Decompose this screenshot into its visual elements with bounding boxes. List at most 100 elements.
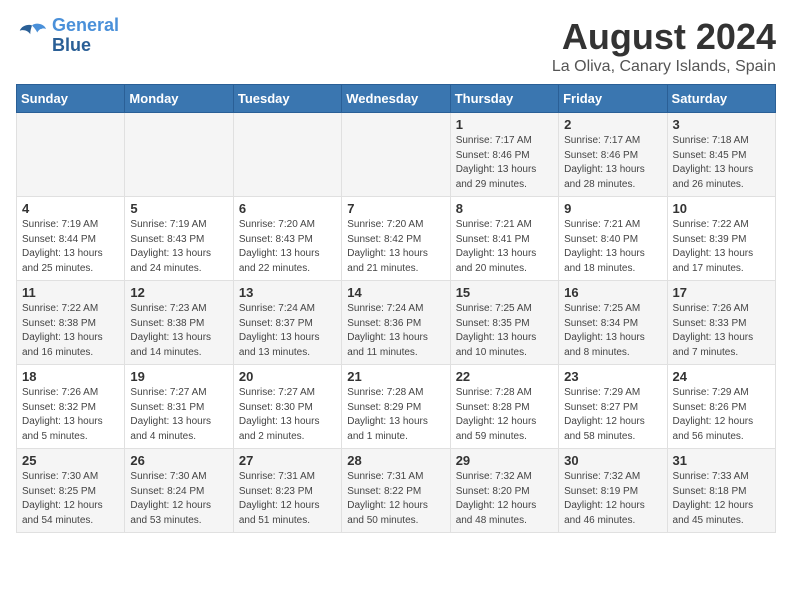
day-number: 5 (130, 201, 227, 216)
day-number: 13 (239, 285, 336, 300)
calendar-cell: 26 Sunrise: 7:30 AM Sunset: 8:24 PM Dayli… (125, 449, 233, 533)
day-number: 10 (673, 201, 770, 216)
title-area: August 2024 La Oliva, Canary Islands, Sp… (552, 16, 776, 76)
day-number: 31 (673, 453, 770, 468)
cell-content: Sunrise: 7:18 AM Sunset: 8:45 PM Dayligh… (673, 134, 770, 192)
day-number: 27 (239, 453, 336, 468)
cell-content: Sunrise: 7:26 AM Sunset: 8:32 PM Dayligh… (22, 386, 119, 444)
cell-content: Sunrise: 7:20 AM Sunset: 8:43 PM Dayligh… (239, 218, 336, 276)
calendar-table: SundayMondayTuesdayWednesdayThursdayFrid… (16, 84, 776, 533)
cell-content: Sunrise: 7:25 AM Sunset: 8:35 PM Dayligh… (456, 302, 553, 360)
cell-content: Sunrise: 7:30 AM Sunset: 8:25 PM Dayligh… (22, 470, 119, 528)
calendar-cell: 30 Sunrise: 7:32 AM Sunset: 8:19 PM Dayli… (559, 449, 667, 533)
day-number: 22 (456, 369, 553, 384)
calendar-cell: 22 Sunrise: 7:28 AM Sunset: 8:28 PM Dayli… (450, 365, 558, 449)
cell-content: Sunrise: 7:31 AM Sunset: 8:22 PM Dayligh… (347, 470, 444, 528)
cell-content: Sunrise: 7:26 AM Sunset: 8:33 PM Dayligh… (673, 302, 770, 360)
calendar-header-row: SundayMondayTuesdayWednesdayThursdayFrid… (17, 85, 776, 113)
cell-content: Sunrise: 7:27 AM Sunset: 8:30 PM Dayligh… (239, 386, 336, 444)
header-friday: Friday (559, 85, 667, 113)
cell-content: Sunrise: 7:28 AM Sunset: 8:28 PM Dayligh… (456, 386, 553, 444)
logo-text-line2: Blue (52, 36, 119, 56)
calendar-cell: 15 Sunrise: 7:25 AM Sunset: 8:35 PM Dayli… (450, 281, 558, 365)
calendar-cell: 25 Sunrise: 7:30 AM Sunset: 8:25 PM Dayli… (17, 449, 125, 533)
cell-content: Sunrise: 7:17 AM Sunset: 8:46 PM Dayligh… (564, 134, 661, 192)
day-number: 14 (347, 285, 444, 300)
calendar-cell (17, 113, 125, 197)
day-number: 21 (347, 369, 444, 384)
day-number: 2 (564, 117, 661, 132)
calendar-cell: 4 Sunrise: 7:19 AM Sunset: 8:44 PM Daylig… (17, 197, 125, 281)
logo-text-line1: General (52, 16, 119, 36)
day-number: 4 (22, 201, 119, 216)
cell-content: Sunrise: 7:22 AM Sunset: 8:39 PM Dayligh… (673, 218, 770, 276)
calendar-cell: 23 Sunrise: 7:29 AM Sunset: 8:27 PM Dayli… (559, 365, 667, 449)
header-sunday: Sunday (17, 85, 125, 113)
cell-content: Sunrise: 7:21 AM Sunset: 8:40 PM Dayligh… (564, 218, 661, 276)
page-title: August 2024 (552, 16, 776, 58)
cell-content: Sunrise: 7:32 AM Sunset: 8:19 PM Dayligh… (564, 470, 661, 528)
cell-content: Sunrise: 7:30 AM Sunset: 8:24 PM Dayligh… (130, 470, 227, 528)
header-thursday: Thursday (450, 85, 558, 113)
day-number: 19 (130, 369, 227, 384)
cell-content: Sunrise: 7:24 AM Sunset: 8:37 PM Dayligh… (239, 302, 336, 360)
day-number: 9 (564, 201, 661, 216)
day-number: 6 (239, 201, 336, 216)
day-number: 3 (673, 117, 770, 132)
day-number: 24 (673, 369, 770, 384)
calendar-cell: 10 Sunrise: 7:22 AM Sunset: 8:39 PM Dayli… (667, 197, 775, 281)
cell-content: Sunrise: 7:31 AM Sunset: 8:23 PM Dayligh… (239, 470, 336, 528)
day-number: 18 (22, 369, 119, 384)
cell-content: Sunrise: 7:32 AM Sunset: 8:20 PM Dayligh… (456, 470, 553, 528)
cell-content: Sunrise: 7:29 AM Sunset: 8:27 PM Dayligh… (564, 386, 661, 444)
week-row-3: 11Sunrise: 7:22 AM Sunset: 8:38 PM Dayli… (17, 281, 776, 365)
calendar-cell: 27 Sunrise: 7:31 AM Sunset: 8:23 PM Dayli… (233, 449, 341, 533)
calendar-cell: 8 Sunrise: 7:21 AM Sunset: 8:41 PM Daylig… (450, 197, 558, 281)
calendar-cell: 21 Sunrise: 7:28 AM Sunset: 8:29 PM Dayli… (342, 365, 450, 449)
day-number: 25 (22, 453, 119, 468)
calendar-cell: 9 Sunrise: 7:21 AM Sunset: 8:40 PM Daylig… (559, 197, 667, 281)
day-number: 23 (564, 369, 661, 384)
calendar-cell: 29 Sunrise: 7:32 AM Sunset: 8:20 PM Dayli… (450, 449, 558, 533)
day-number: 28 (347, 453, 444, 468)
header-saturday: Saturday (667, 85, 775, 113)
day-number: 15 (456, 285, 553, 300)
week-row-5: 25 Sunrise: 7:30 AM Sunset: 8:25 PM Dayli… (17, 449, 776, 533)
day-number: 26 (130, 453, 227, 468)
calendar-cell: 20 Sunrise: 7:27 AM Sunset: 8:30 PM Dayli… (233, 365, 341, 449)
header-wednesday: Wednesday (342, 85, 450, 113)
day-number: 20 (239, 369, 336, 384)
calendar-cell: 28 Sunrise: 7:31 AM Sunset: 8:22 PM Dayli… (342, 449, 450, 533)
day-number: 8 (456, 201, 553, 216)
cell-content: Sunrise: 7:17 AM Sunset: 8:46 PM Dayligh… (456, 134, 553, 192)
cell-content: Sunrise: 7:24 AM Sunset: 8:36 PM Dayligh… (347, 302, 444, 360)
cell-content: Sunrise: 7:28 AM Sunset: 8:29 PM Dayligh… (347, 386, 444, 444)
calendar-cell: 13 Sunrise: 7:24 AM Sunset: 8:37 PM Dayli… (233, 281, 341, 365)
cell-content: Sunrise: 7:33 AM Sunset: 8:18 PM Dayligh… (673, 470, 770, 528)
subtitle: La Oliva, Canary Islands, Spain (552, 58, 776, 76)
calendar-cell: 24 Sunrise: 7:29 AM Sunset: 8:26 PM Dayli… (667, 365, 775, 449)
day-number: 30 (564, 453, 661, 468)
day-number: 17 (673, 285, 770, 300)
calendar-cell: 16Sunrise: 7:25 AM Sunset: 8:34 PM Dayli… (559, 281, 667, 365)
logo: General Blue (16, 16, 119, 56)
calendar-cell: 3 Sunrise: 7:18 AM Sunset: 8:45 PM Daylig… (667, 113, 775, 197)
week-row-4: 18 Sunrise: 7:26 AM Sunset: 8:32 PM Dayli… (17, 365, 776, 449)
week-row-1: 1 Sunrise: 7:17 AM Sunset: 8:46 PM Daylig… (17, 113, 776, 197)
cell-content: Sunrise: 7:19 AM Sunset: 8:44 PM Dayligh… (22, 218, 119, 276)
calendar-cell: 11Sunrise: 7:22 AM Sunset: 8:38 PM Dayli… (17, 281, 125, 365)
logo-icon (16, 22, 48, 50)
day-number: 12 (130, 285, 227, 300)
cell-content: Sunrise: 7:25 AM Sunset: 8:34 PM Dayligh… (564, 302, 661, 360)
day-number: 29 (456, 453, 553, 468)
header: General Blue August 2024 La Oliva, Canar… (16, 16, 776, 76)
cell-content: Sunrise: 7:20 AM Sunset: 8:42 PM Dayligh… (347, 218, 444, 276)
calendar-cell: 1 Sunrise: 7:17 AM Sunset: 8:46 PM Daylig… (450, 113, 558, 197)
day-number: 1 (456, 117, 553, 132)
calendar-cell: 5Sunrise: 7:19 AM Sunset: 8:43 PM Daylig… (125, 197, 233, 281)
calendar-cell: 12Sunrise: 7:23 AM Sunset: 8:38 PM Dayli… (125, 281, 233, 365)
cell-content: Sunrise: 7:27 AM Sunset: 8:31 PM Dayligh… (130, 386, 227, 444)
cell-content: Sunrise: 7:29 AM Sunset: 8:26 PM Dayligh… (673, 386, 770, 444)
cell-content: Sunrise: 7:21 AM Sunset: 8:41 PM Dayligh… (456, 218, 553, 276)
calendar-cell (233, 113, 341, 197)
